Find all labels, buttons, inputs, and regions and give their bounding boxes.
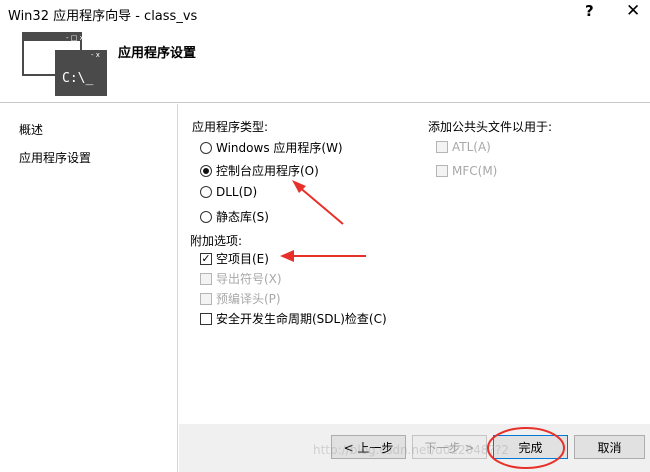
checkbox-label: MFC(M) <box>452 164 498 178</box>
checkbox-indicator[interactable] <box>436 141 448 153</box>
console-app-icon: - □ x - x C:\_ <box>22 32 107 96</box>
checkbox-sdl-checks[interactable]: 安全开发生命周期(SDL)检查(C) <box>200 310 387 327</box>
radio-label: 控制台应用程序(O) <box>216 164 319 178</box>
checkbox-indicator[interactable] <box>200 272 212 285</box>
radio-windows-app[interactable]: Windows 应用程序(W) <box>200 139 343 156</box>
window-title: Win32 应用程序向导 - class_vs <box>8 9 198 24</box>
back-button[interactable]: < 上一步 <box>331 435 406 459</box>
cancel-button[interactable]: 取消 <box>574 435 645 459</box>
page-heading: 应用程序设置 <box>118 46 197 61</box>
svg-text:- x: - x <box>91 51 100 59</box>
checkbox-indicator[interactable] <box>200 292 212 305</box>
checkbox-export-symbols[interactable]: 导出符号(X) <box>200 270 282 287</box>
console-prompt-text: C:\_ <box>62 71 93 86</box>
checkbox-label: 导出符号(X) <box>216 272 282 286</box>
close-button[interactable]: ✕ <box>626 1 640 21</box>
checkbox-atl[interactable]: ATL(A) <box>436 140 491 154</box>
checkbox-mfc[interactable]: MFC(M) <box>436 164 497 178</box>
radio-label: 静态库(S) <box>216 210 269 224</box>
finish-button[interactable]: 完成 <box>493 435 568 459</box>
radio-console-app[interactable]: 控制台应用程序(O) <box>200 162 319 179</box>
radio-label: Windows 应用程序(W) <box>216 141 343 155</box>
sidebar-item-app-settings[interactable]: 应用程序设置 <box>19 149 91 166</box>
radio-indicator[interactable] <box>200 141 212 154</box>
sidebar-item-overview[interactable]: 概述 <box>19 121 43 138</box>
radio-static-lib[interactable]: 静态库(S) <box>200 208 269 225</box>
button-bar: < 上一步 下一步 > 完成 取消 <box>179 424 650 472</box>
checkbox-label: 安全开发生命周期(SDL)检查(C) <box>216 312 387 326</box>
checkbox-label: ATL(A) <box>452 140 491 154</box>
checkbox-empty-project[interactable]: ✓ 空项目(E) <box>200 250 269 267</box>
wizard-sidebar: 概述 应用程序设置 <box>0 104 178 472</box>
svg-text:- □ x: - □ x <box>66 34 84 42</box>
app-type-label: 应用程序类型: <box>192 120 269 134</box>
check-icon: ✓ <box>201 252 211 265</box>
checkbox-label: 空项目(E) <box>216 252 269 266</box>
checkbox-indicator[interactable]: ✓ <box>200 252 212 265</box>
title-bar: Win32 应用程序向导 - class_vs ? ✕ <box>0 0 650 26</box>
next-button[interactable]: 下一步 > <box>412 435 487 459</box>
settings-panel: 应用程序类型: Windows 应用程序(W) 控制台应用程序(O) DLL(D… <box>179 104 650 424</box>
radio-indicator[interactable] <box>200 210 212 223</box>
checkbox-label: 预编译头(P) <box>216 292 281 306</box>
radio-label: DLL(D) <box>216 185 258 199</box>
radio-indicator[interactable] <box>200 164 212 177</box>
additional-options-label: 附加选项: <box>190 234 243 248</box>
radio-indicator[interactable] <box>200 186 212 198</box>
checkbox-indicator[interactable] <box>200 312 212 325</box>
radio-dll[interactable]: DLL(D) <box>200 185 257 199</box>
checkbox-indicator[interactable] <box>436 165 448 177</box>
help-button[interactable]: ? <box>585 2 594 20</box>
wizard-header: - □ x - x C:\_ 应用程序设置 <box>0 26 650 103</box>
checkbox-precompiled-header[interactable]: 预编译头(P) <box>200 290 281 307</box>
common-headers-label: 添加公共头文件以用于: <box>428 120 553 134</box>
